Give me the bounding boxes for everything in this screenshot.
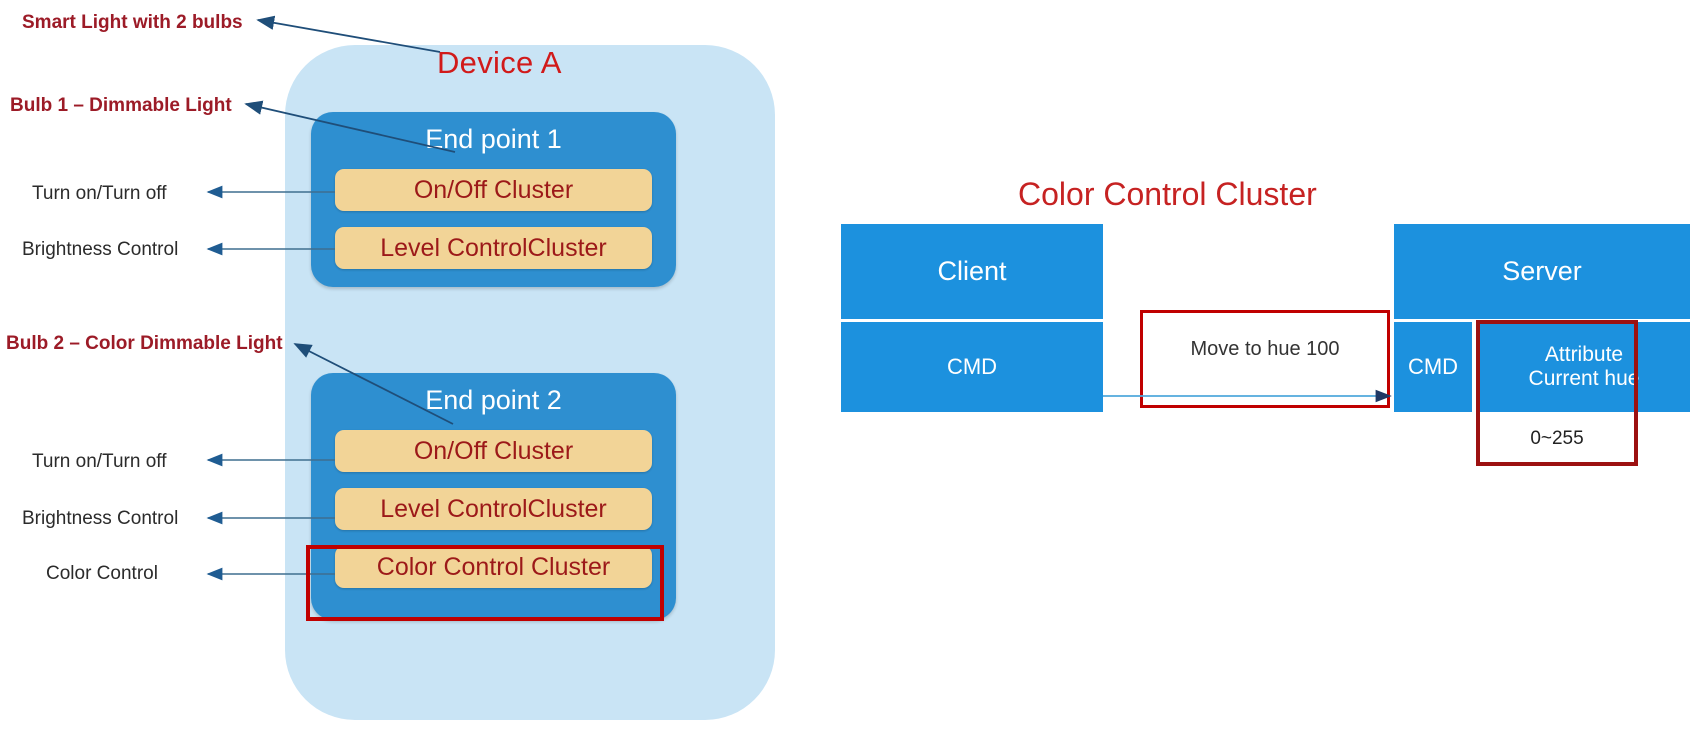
annotation-ep1-level: Brightness Control (22, 239, 179, 260)
server-block-cmd[interactable]: CMD (1394, 322, 1472, 412)
client-block-header[interactable]: Client (841, 224, 1103, 319)
annotation-bulb-1: Bulb 1 – Dimmable Light (10, 95, 232, 116)
endpoint-1-title: End point 1 (425, 124, 562, 154)
message-text: Move to hue 100 (1190, 337, 1340, 360)
color-control-cluster-title: Color Control Cluster (1018, 176, 1317, 212)
server-block-attribute[interactable]: Attribute Current hue (1478, 322, 1690, 412)
endpoint-1-panel[interactable]: End point 1 On/Off Cluster Level Control… (311, 112, 676, 287)
annotation-ep2-level: Brightness Control (22, 508, 179, 529)
attribute-range-label: 0~255 (1530, 428, 1584, 449)
server-block-header[interactable]: Server (1394, 224, 1690, 319)
annotation-smart-light: Smart Light with 2 bulbs (22, 12, 243, 33)
annotation-ep2-color: Color Control (46, 563, 158, 584)
attribute-label-line1: Attribute (1544, 342, 1624, 366)
message-box: Move to hue 100 (1140, 310, 1390, 408)
client-block-cmd[interactable]: CMD (841, 322, 1103, 412)
endpoint-2-cluster-level[interactable]: Level ControlCluster (335, 488, 652, 530)
endpoint-2-title: End point 2 (425, 385, 562, 415)
color-control-cluster-highlight (306, 545, 664, 621)
annotation-ep2-onoff: Turn on/Turn off (32, 451, 167, 472)
annotation-ep1-onoff: Turn on/Turn off (32, 183, 167, 204)
device-a-title: Device A (437, 45, 562, 80)
attribute-label-line2: Current hue (1528, 367, 1640, 390)
endpoint-1-cluster-onoff[interactable]: On/Off Cluster (335, 169, 652, 211)
endpoint-1-cluster-level[interactable]: Level ControlCluster (335, 227, 652, 269)
annotation-bulb-2: Bulb 2 – Color Dimmable Light (6, 333, 283, 354)
diagram-canvas: Device A End point 1 On/Off Cluster Leve… (0, 0, 1700, 746)
endpoint-2-cluster-onoff[interactable]: On/Off Cluster (335, 430, 652, 472)
